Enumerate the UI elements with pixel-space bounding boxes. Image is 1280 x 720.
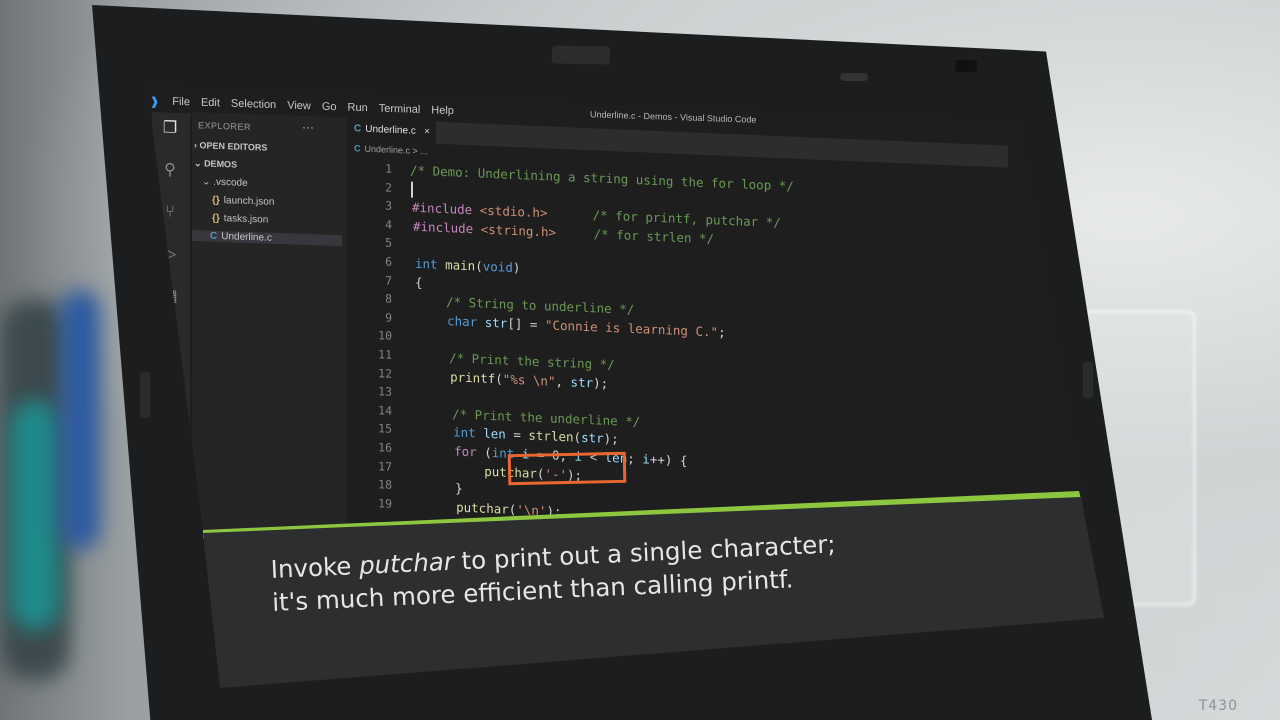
file-tasks-json[interactable]: {} tasks.json [212,213,268,226]
highlight-box [507,451,627,486]
bezel-latch-right [1083,362,1093,398]
chevron-right-icon: › [194,140,197,151]
caption-emphasis: putchar [358,546,455,580]
menu-edit[interactable]: Edit [201,97,220,110]
model-tag: T430 [1198,698,1238,714]
menu-go[interactable]: Go [322,101,337,113]
explorer-title: EXPLORER [198,120,252,133]
code-lines[interactable]: 1/* Demo: Underlining a string using the… [348,160,1008,519]
chevron-down-icon: ⌄ [202,176,211,188]
breadcrumb[interactable]: C Underline.c > ... [354,143,428,156]
line-number: 7 [385,273,392,288]
menu-selection[interactable]: Selection [231,98,276,112]
line-number: 8 [385,291,392,307]
webcam-indicator [840,73,868,81]
line-number: 13 [378,384,392,400]
line-number: 2 [385,180,392,195]
line-number: 10 [378,328,392,344]
folder-vscode[interactable]: ⌄ .vscode [202,176,248,189]
open-editors-section[interactable]: › OPEN EDITORS [194,140,267,153]
open-editors-label: OPEN EDITORS [199,140,268,153]
line-number: 3 [385,198,392,214]
line-number: 5 [385,235,392,251]
vscode-logo-icon: ❱ [150,95,160,108]
line-code: int main(void) [415,255,521,276]
line-number: 17 [378,458,392,474]
subfolder-label: .vscode [213,176,248,189]
bezel-latch [955,60,977,72]
line-number: 6 [385,254,392,269]
c-file-icon: C [354,123,362,135]
folder-demos[interactable]: ⌄ DEMOS [194,158,237,171]
line-number: 15 [378,421,392,437]
line-number: 14 [378,403,392,418]
line-number: 1 [385,161,392,176]
file-label: Underline.c [221,231,272,244]
line-code: { [415,274,423,290]
background-object [60,290,100,550]
c-file-icon: C [354,143,361,154]
explorer-icon[interactable]: ❐ [159,116,181,139]
close-icon[interactable]: × [424,121,430,143]
menu-help[interactable]: Help [431,104,454,117]
json-file-icon: {} [212,212,220,224]
folder-label: DEMOS [204,158,238,170]
file-label: tasks.json [223,213,269,226]
line-number: 4 [385,217,392,232]
tab-label: Underline.c [365,123,416,137]
line-number: 16 [378,440,392,455]
line-number: 11 [378,347,392,362]
line-code: } [425,479,463,496]
tab-underline-c[interactable]: C Underline.c × [348,118,436,144]
bezel-latch-left [140,372,150,418]
chevron-down-icon: ⌄ [194,158,202,169]
json-file-icon: {} [212,194,220,206]
file-launch-json[interactable]: {} launch.json [212,195,274,208]
file-label: launch.json [223,195,275,208]
explorer-sidebar: EXPLORER ··· › OPEN EDITORS ⌄ DEMOS ⌄ .v… [192,112,347,538]
menu-file[interactable]: File [172,96,190,109]
line-number: 18 [378,477,392,493]
webcam [551,45,611,65]
breadcrumb-text: Underline.c > ... [364,143,428,157]
search-icon[interactable]: ⚲ [159,158,181,181]
line-number: 9 [385,310,392,325]
menu-view[interactable]: View [287,100,311,113]
caption-before: Invoke [270,550,360,584]
menu-run[interactable]: Run [348,102,368,115]
text-cursor [411,181,413,198]
more-actions-icon[interactable]: ··· [302,120,314,134]
line-number: 12 [378,365,392,381]
line-number: 19 [378,496,392,511]
c-file-icon: C [210,230,218,242]
background-object [10,400,60,630]
menu-terminal[interactable]: Terminal [379,103,421,116]
file-underline-c[interactable]: C Underline.c [192,230,342,247]
